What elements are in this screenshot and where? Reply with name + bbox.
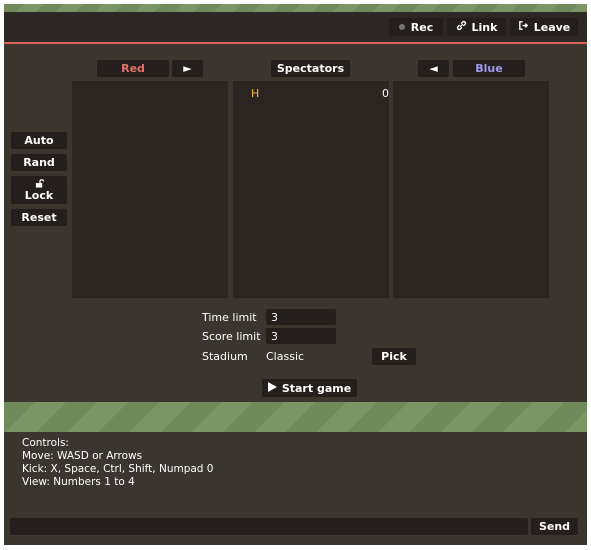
chat-panel: Controls: Move: WASD or Arrows Kick: X, … [4, 432, 587, 545]
leave-label: Leave [533, 20, 571, 34]
controls-help: Controls: Move: WASD or Arrows Kick: X, … [22, 437, 214, 489]
pick-label: Pick [381, 350, 407, 363]
player-name: H [251, 87, 260, 100]
start-game-label: Start game [281, 381, 352, 395]
lock-label: Lock [24, 188, 54, 202]
time-limit-field[interactable]: 3 [266, 309, 336, 325]
team-red-list[interactable] [72, 81, 228, 298]
auto-label: Auto [24, 134, 54, 147]
team-spectators-header[interactable]: Spectators [271, 60, 350, 77]
rec-label: Rec [410, 20, 434, 34]
player-score: 0 [382, 87, 389, 100]
team-blue-list[interactable] [393, 81, 549, 298]
move-to-red-button[interactable]: ► [172, 60, 203, 77]
arrow-left-icon: ◄ [429, 62, 438, 75]
leave-button[interactable]: Leave [510, 18, 578, 36]
link-label: Link [471, 20, 498, 34]
time-limit-label: Time limit [202, 311, 257, 324]
link-button[interactable]: Link [447, 18, 506, 36]
game-frame: Rec Link Leave Red ► Spectators ◄ Blue H… [4, 4, 587, 545]
chat-line: Move: WASD or Arrows [22, 450, 143, 462]
team-spectators-label: Spectators [276, 62, 345, 75]
unlock-icon [35, 178, 44, 189]
chat-input[interactable] [10, 518, 528, 535]
rand-label: Rand [23, 156, 55, 169]
score-limit-label: Score limit [202, 330, 261, 343]
room-topbar: Rec Link Leave [4, 12, 587, 42]
team-blue-label: Blue [475, 62, 503, 75]
team-blue-header[interactable]: Blue [453, 60, 525, 77]
list-item[interactable]: H 0 [251, 87, 389, 100]
field-grass-top [4, 4, 587, 12]
rec-button[interactable]: Rec [389, 18, 443, 36]
lock-button[interactable]: Lock [11, 176, 67, 204]
rand-button[interactable]: Rand [11, 154, 67, 171]
auto-button[interactable]: Auto [11, 132, 67, 149]
play-icon [267, 381, 277, 395]
field-grass [4, 402, 587, 432]
team-red-label: Red [121, 62, 145, 75]
exit-icon [518, 20, 529, 34]
chat-line: Controls: [22, 437, 69, 449]
chat-line: View: Numbers 1 to 4 [22, 476, 135, 488]
arrow-right-icon: ► [183, 62, 192, 75]
reset-label: Reset [21, 211, 57, 224]
start-game-button[interactable]: Start game [262, 379, 357, 397]
pick-stadium-button[interactable]: Pick [372, 348, 416, 365]
link-icon [456, 20, 467, 34]
stadium-label: Stadium [202, 350, 248, 363]
reset-button[interactable]: Reset [11, 209, 67, 226]
team-spectators-list[interactable]: H 0 [233, 81, 389, 298]
send-label: Send [538, 520, 571, 533]
room-view: Rec Link Leave Red ► Spectators ◄ Blue H… [4, 12, 587, 402]
move-to-blue-button[interactable]: ◄ [418, 60, 449, 77]
stadium-value: Classic [266, 350, 305, 363]
send-button[interactable]: Send [531, 518, 578, 535]
record-dot-icon [398, 24, 405, 30]
team-red-header[interactable]: Red [97, 60, 169, 77]
topbar-divider [4, 42, 587, 44]
score-limit-field[interactable]: 3 [266, 328, 336, 344]
chat-line: Kick: X, Space, Ctrl, Shift, Numpad 0 [22, 463, 214, 475]
